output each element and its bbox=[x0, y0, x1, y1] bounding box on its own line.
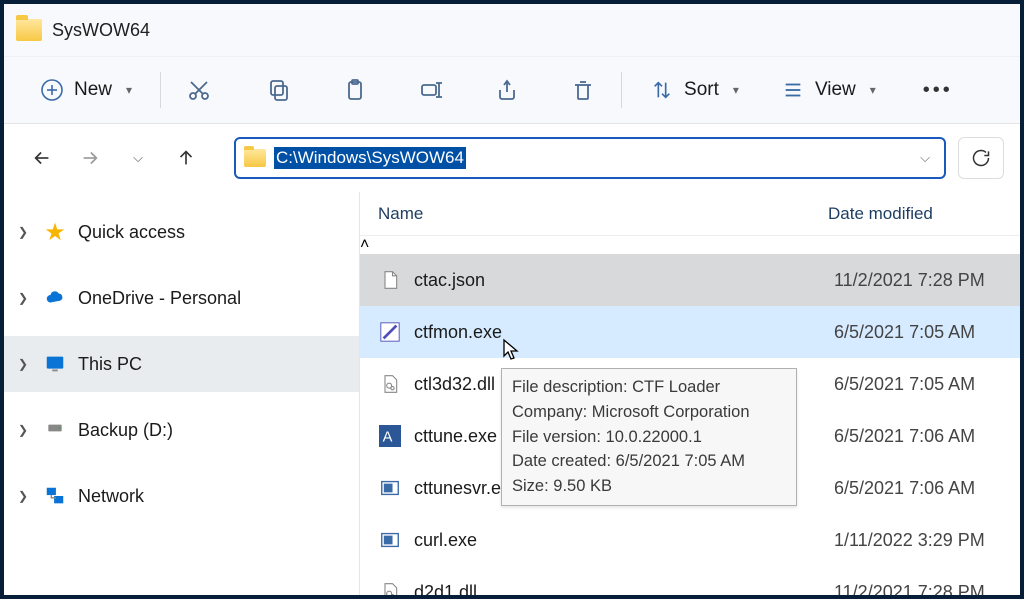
sidebar-label: OneDrive - Personal bbox=[78, 288, 241, 309]
forward-button[interactable] bbox=[72, 140, 108, 176]
new-button[interactable]: New ▾ bbox=[28, 70, 144, 110]
cursor-icon bbox=[502, 338, 522, 362]
file-date: 6/5/2021 7:06 AM bbox=[834, 426, 975, 447]
file-row[interactable]: d2d1.dll 11/2/2021 7:28 PM bbox=[360, 566, 1020, 595]
sidebar-item-onedrive[interactable]: ❯ OneDrive - Personal bbox=[4, 270, 359, 326]
file-tooltip: File description: CTF Loader Company: Mi… bbox=[501, 368, 797, 506]
chevron-right-icon[interactable]: ❯ bbox=[14, 357, 32, 371]
sort-label: Sort bbox=[684, 79, 719, 101]
sort-indicator-icon: ˄ bbox=[360, 236, 369, 253]
svg-text:A: A bbox=[383, 430, 393, 446]
address-bar[interactable]: C:\Windows\SysWOW64 ⌵ bbox=[234, 137, 946, 179]
star-icon: ★ bbox=[42, 219, 68, 245]
tooltip-line: Date created: 6/5/2021 7:05 AM bbox=[512, 449, 786, 474]
dll-icon bbox=[376, 578, 404, 595]
sidebar-item-this-pc[interactable]: ❯ This PC bbox=[4, 336, 359, 392]
column-date[interactable]: Date modified bbox=[828, 204, 933, 224]
back-button[interactable] bbox=[24, 140, 60, 176]
file-name: ctfmon.exe bbox=[414, 322, 834, 343]
file-name: curl.exe bbox=[414, 530, 834, 551]
monitor-icon bbox=[42, 351, 68, 377]
up-button[interactable] bbox=[168, 140, 204, 176]
tooltip-line: File version: 10.0.22000.1 bbox=[512, 425, 786, 450]
recent-dropdown[interactable]: ⌵ bbox=[120, 140, 156, 176]
chevron-right-icon[interactable]: ❯ bbox=[14, 423, 32, 437]
paste-icon[interactable] bbox=[333, 68, 377, 112]
column-name[interactable]: Name bbox=[378, 204, 828, 224]
sidebar-item-network[interactable]: ❯ Network bbox=[4, 468, 359, 524]
app-icon: A bbox=[376, 422, 404, 450]
exe-icon bbox=[376, 526, 404, 554]
file-date: 6/5/2021 7:06 AM bbox=[834, 478, 975, 499]
rename-icon[interactable] bbox=[409, 68, 453, 112]
sidebar-label: Network bbox=[78, 486, 144, 507]
sidebar-item-backup[interactable]: ❯ Backup (D:) bbox=[4, 402, 359, 458]
file-date: 1/11/2022 3:29 PM bbox=[834, 530, 985, 551]
network-icon bbox=[42, 483, 68, 509]
copy-icon[interactable] bbox=[257, 68, 301, 112]
chevron-right-icon[interactable]: ❯ bbox=[14, 225, 32, 239]
folder-icon bbox=[16, 19, 42, 41]
chevron-down-icon: ▾ bbox=[126, 83, 132, 97]
file-name: d2d1.dll bbox=[414, 582, 834, 596]
more-icon[interactable]: ••• bbox=[916, 68, 960, 112]
app-icon bbox=[376, 318, 404, 346]
folder-icon bbox=[244, 149, 266, 167]
new-label: New bbox=[74, 79, 112, 101]
tooltip-line: File description: CTF Loader bbox=[512, 375, 786, 400]
sort-button[interactable]: Sort ▾ bbox=[638, 70, 751, 110]
view-icon bbox=[781, 78, 805, 102]
file-date: 6/5/2021 7:05 AM bbox=[834, 374, 975, 395]
file-icon bbox=[376, 266, 404, 294]
file-row[interactable]: curl.exe 1/11/2022 3:29 PM bbox=[360, 514, 1020, 566]
drive-icon bbox=[42, 417, 68, 443]
view-label: View bbox=[815, 79, 856, 101]
chevron-down-icon: ▾ bbox=[733, 83, 739, 97]
chevron-right-icon[interactable]: ❯ bbox=[14, 291, 32, 305]
chevron-down-icon[interactable]: ⌵ bbox=[920, 150, 936, 166]
delete-icon[interactable] bbox=[561, 68, 605, 112]
title-bar: SysWOW64 bbox=[4, 4, 1020, 56]
sidebar-label: Quick access bbox=[78, 222, 185, 243]
dll-icon bbox=[376, 370, 404, 398]
file-row[interactable]: ctac.json 11/2/2021 7:28 PM bbox=[360, 254, 1020, 306]
cloud-icon bbox=[42, 285, 68, 311]
toolbar: New ▾ Sort ▾ View ▾ ••• bbox=[4, 56, 1020, 124]
navigation-bar: ⌵ C:\Windows\SysWOW64 ⌵ bbox=[4, 124, 1020, 192]
chevron-right-icon[interactable]: ❯ bbox=[14, 489, 32, 503]
tooltip-line: Size: 9.50 KB bbox=[512, 474, 786, 499]
sidebar-item-quick-access[interactable]: ❯ ★ Quick access bbox=[4, 204, 359, 260]
file-date: 11/2/2021 7:28 PM bbox=[834, 270, 985, 291]
navigation-tree: ❯ ★ Quick access ❯ OneDrive - Personal ❯… bbox=[4, 192, 360, 595]
file-date: 6/5/2021 7:05 AM bbox=[834, 322, 975, 343]
view-button[interactable]: View ▾ bbox=[769, 70, 888, 110]
chevron-down-icon: ▾ bbox=[870, 83, 876, 97]
file-name: ctac.json bbox=[414, 270, 834, 291]
column-headers[interactable]: Name Date modified bbox=[360, 192, 1020, 236]
window-title: SysWOW64 bbox=[52, 20, 150, 41]
sidebar-label: Backup (D:) bbox=[78, 420, 173, 441]
cut-icon[interactable] bbox=[177, 68, 221, 112]
tooltip-line: Company: Microsoft Corporation bbox=[512, 400, 786, 425]
file-date: 11/2/2021 7:28 PM bbox=[834, 582, 985, 596]
file-row[interactable]: ctfmon.exe 6/5/2021 7:05 AM bbox=[360, 306, 1020, 358]
address-text: C:\Windows\SysWOW64 bbox=[274, 147, 466, 169]
plus-circle-icon bbox=[40, 78, 64, 102]
share-icon[interactable] bbox=[485, 68, 529, 112]
sort-icon bbox=[650, 78, 674, 102]
sidebar-label: This PC bbox=[78, 354, 142, 375]
exe-icon bbox=[376, 474, 404, 502]
refresh-button[interactable] bbox=[958, 137, 1004, 179]
